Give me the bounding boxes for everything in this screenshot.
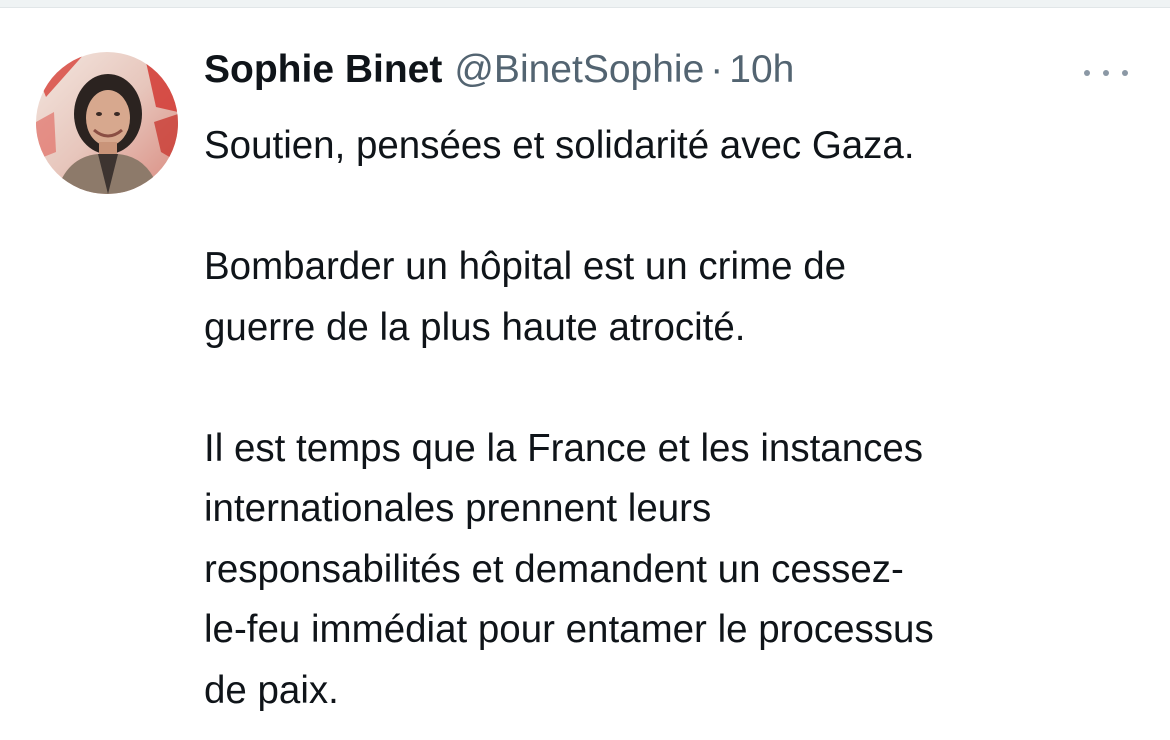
tweet-line: Soutien, pensées et solidarité avec Gaza… [204,124,915,167]
more-horizontal-icon [1103,70,1109,76]
tweet-text: Soutien, pensées et solidarité avec Gaza… [204,116,1134,721]
top-divider [0,0,1170,8]
tweet-line: le-feu immédiat pour entamer le processu… [204,608,934,651]
tweet-card[interactable]: Sophie Binet @BinetSophie · 10h Soutien,… [0,8,1170,740]
avatar[interactable] [36,52,178,194]
display-name[interactable]: Sophie Binet [204,48,442,92]
tweet-line: de paix. [204,668,339,712]
tweet-line: internationales prennent leurs [204,487,712,530]
timestamp[interactable]: 10h [729,48,794,92]
tweet-line: responsabilités et demandent un cessez- [204,547,904,591]
user-handle[interactable]: @BinetSophie [454,48,704,92]
tweet-line: guerre de la plus haute atrocité. [204,305,746,349]
tweet-header: Sophie Binet @BinetSophie · 10h [204,48,794,98]
tweet-line: Il est temps que la France et les instan… [204,426,924,470]
more-options-button[interactable] [1080,58,1132,88]
separator-dot: · [710,48,724,91]
more-horizontal-icon [1084,70,1090,76]
tweet-line: Bombarder un hôpital est un crime de [204,245,847,288]
more-horizontal-icon [1122,70,1128,76]
